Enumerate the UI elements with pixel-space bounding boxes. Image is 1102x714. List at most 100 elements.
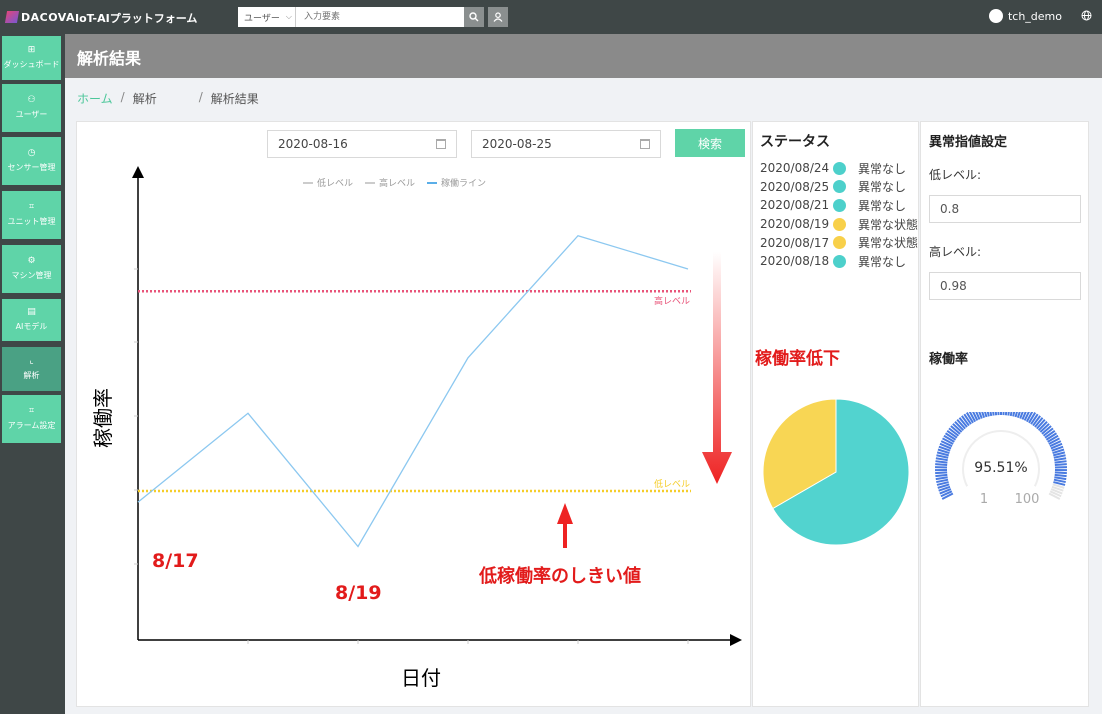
- low-level-input[interactable]: [929, 195, 1081, 223]
- search-button[interactable]: [464, 7, 484, 27]
- gauge-inner-ring: [962, 430, 1040, 487]
- breadcrumb-current: 解析結果: [210, 92, 259, 106]
- line-chart: 稼働率日付 高レベル低レベル: [91, 166, 742, 690]
- y-axis-label: 稼働率: [91, 388, 115, 448]
- alarm-icon: ⌗: [28, 406, 35, 416]
- gauge-tick: [994, 412, 998, 416]
- sidebar-item-label: センサー管理: [7, 163, 56, 172]
- status-date: 2020/08/17: [760, 235, 830, 250]
- status-row[interactable]: 2020/08/18 異常なし: [760, 252, 918, 271]
- gauge-tick: [935, 471, 948, 475]
- breadcrumb-separator: /: [198, 90, 203, 104]
- gauge-tick: [935, 473, 948, 478]
- sidebar-item-analysis[interactable]: ⌞ 解析: [2, 347, 61, 391]
- low-level-label: 低レベル:: [929, 168, 982, 182]
- page-header: 解析結果: [65, 34, 1102, 78]
- page-title: 解析結果: [77, 49, 142, 68]
- sidebar-item-alarm[interactable]: ⌗ アラーム設定: [2, 395, 61, 443]
- gauge-tick: [1002, 412, 1005, 416]
- status-text: 異常なし: [858, 198, 907, 213]
- status-row[interactable]: 2020/08/24 異常なし: [760, 159, 918, 178]
- breadcrumb-separator: /: [120, 90, 125, 104]
- gauge-tick: [997, 412, 1000, 416]
- gauge-title: 稼働率: [929, 352, 969, 367]
- sidebar-item-label: AIモデル: [15, 322, 48, 331]
- top-bar: DACOVA IoT-AIプラットフォーム ユーザー ⌵ tch_demo: [0, 0, 1102, 34]
- gauge-tick: [935, 463, 948, 467]
- user-search-button[interactable]: [488, 7, 508, 27]
- sidebar-item-user[interactable]: ⚇ ユーザー: [2, 84, 61, 132]
- status-date: 2020/08/21: [760, 198, 830, 213]
- status-text: 異常な状態: [858, 217, 918, 232]
- status-row[interactable]: 2020/08/21 異常なし: [760, 196, 918, 215]
- chart-series: [137, 234, 689, 548]
- status-date: 2020/08/19: [760, 217, 830, 232]
- threshold-arrow-icon: [557, 503, 573, 548]
- chart-panel: 2020-08-16 2020-08-25 検索 低レベル 高レベル 稼働ライン…: [76, 121, 751, 707]
- status-dot: [833, 217, 846, 231]
- logo[interactable]: DACOVA: [4, 9, 76, 25]
- high-level-input[interactable]: [929, 272, 1081, 300]
- user-menu[interactable]: tch_demo: [988, 9, 1062, 23]
- app-name: IoT-AIプラットフォーム: [75, 12, 198, 25]
- sidebar-item-sensor[interactable]: ◷ センサー管理: [2, 137, 61, 185]
- callout-8-17: 8/17: [152, 550, 199, 572]
- status-date: 2020/08/18: [760, 254, 830, 269]
- gauge-value: 95.51%: [974, 460, 1027, 476]
- status-text: 異常なし: [858, 180, 907, 195]
- machine-icon: ⚙: [27, 256, 36, 266]
- callout-8-19: 8/19: [335, 582, 382, 604]
- gauge-tick: [1054, 457, 1067, 462]
- status-dot: [833, 236, 846, 250]
- series-line: [137, 234, 689, 548]
- status-row[interactable]: 2020/08/19 異常な状態: [760, 215, 918, 234]
- gauge-tick: [992, 412, 995, 416]
- global-search: ユーザー ⌵: [238, 7, 508, 27]
- sidebar-item-dashboard[interactable]: ⊞ ダッシュボード: [2, 36, 61, 80]
- search-scope-select[interactable]: ユーザー ⌵: [238, 7, 296, 27]
- user-icon: ⚇: [27, 95, 36, 105]
- sidebar-item-label: ユニット管理: [7, 217, 56, 226]
- status-date: 2020/08/24: [760, 161, 830, 176]
- unit-icon: ⌗: [28, 202, 35, 212]
- user-icon: [493, 12, 503, 22]
- gauge-tick: [1054, 473, 1067, 478]
- globe-icon[interactable]: [1081, 10, 1092, 24]
- status-dot: [833, 161, 846, 175]
- gauge-tick: [1054, 471, 1067, 475]
- high-threshold-label: 高レベル: [654, 295, 690, 307]
- sidebar: ⊞ ダッシュボード ⚇ ユーザー ◷ センサー管理 ⌗ ユニット管理 ⚙ マシン…: [0, 34, 65, 714]
- status-row[interactable]: 2020/08/17 異常な状態: [760, 233, 918, 252]
- breadcrumb-analysis[interactable]: 解析: [133, 90, 191, 107]
- search-icon: [469, 12, 479, 22]
- gauge-tick: [1054, 463, 1067, 467]
- low-threshold-label: 低レベル: [654, 478, 690, 490]
- decline-arrow-icon: [702, 252, 732, 484]
- utilization-gauge: 95.51% 1 100: [934, 412, 1068, 507]
- search-input[interactable]: [296, 7, 464, 27]
- status-title: ステータス: [760, 134, 830, 150]
- gauge-tick: [1054, 460, 1067, 464]
- status-pie-chart: [762, 398, 910, 546]
- gauge-tick: [935, 457, 948, 462]
- status-dot: [833, 254, 846, 268]
- status-dot: [833, 180, 846, 194]
- gauge-tick: [1054, 476, 1067, 481]
- sidebar-item-label: マシン管理: [11, 271, 52, 280]
- logo-text: DACOVA: [21, 10, 76, 24]
- high-level-label: 高レベル:: [929, 245, 982, 259]
- x-axis-label: 日付: [401, 666, 441, 690]
- breadcrumb-home[interactable]: ホーム: [77, 90, 113, 107]
- sidebar-item-ai-model[interactable]: ▤ AIモデル: [2, 299, 61, 341]
- status-text: 異常なし: [858, 161, 907, 176]
- gauge-tick: [935, 460, 948, 464]
- sidebar-item-label: ユーザー: [15, 110, 48, 119]
- chart-axes: 稼働率日付: [91, 166, 742, 690]
- status-row[interactable]: 2020/08/25 異常なし: [760, 178, 918, 197]
- gauge-tick: [935, 476, 948, 481]
- sidebar-item-label: 解析: [23, 371, 40, 380]
- x-axis-arrow-icon: [730, 634, 742, 646]
- sidebar-item-machine[interactable]: ⚙ マシン管理: [2, 245, 61, 293]
- sidebar-item-unit[interactable]: ⌗ ユニット管理: [2, 191, 61, 239]
- gauge-max: 100: [1015, 492, 1040, 507]
